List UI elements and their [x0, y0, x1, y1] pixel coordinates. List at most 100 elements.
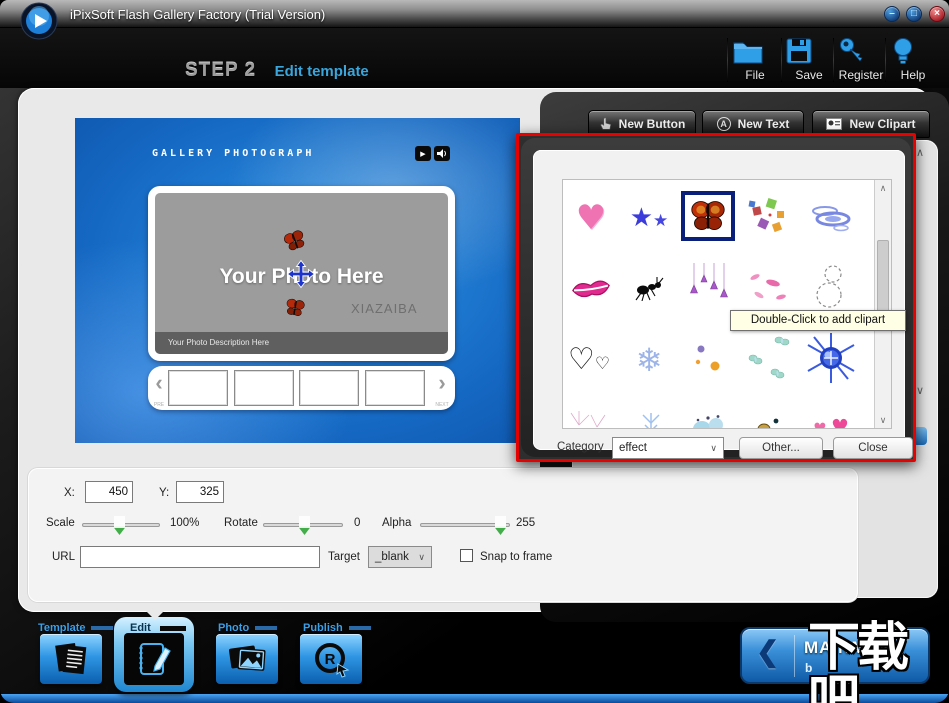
- clipart-outline-figure[interactable]: [811, 263, 851, 313]
- butterfly-clipart-top[interactable]: [282, 229, 308, 253]
- nav-photo-button[interactable]: [216, 634, 278, 684]
- nav-template-label: Template: [38, 622, 114, 634]
- alpha-slider[interactable]: [420, 516, 510, 535]
- app-window: iPixSoft Flash Gallery Factory (Trial Ve…: [0, 0, 949, 703]
- thumbnail-strip: ‹ PRE › NEXT: [148, 366, 455, 410]
- rotate-label: Rotate: [224, 517, 258, 529]
- register-button-label: Register: [838, 68, 884, 82]
- file-button[interactable]: File: [730, 36, 780, 86]
- folder-icon: [730, 36, 780, 66]
- window-title: iPixSoft Flash Gallery Factory (Trial Ve…: [70, 7, 326, 22]
- alpha-value: 255: [516, 517, 536, 529]
- x-input[interactable]: [85, 481, 133, 503]
- snap-to-frame-checkbox[interactable]: [460, 549, 473, 562]
- next-label: NEXT: [435, 402, 449, 408]
- close-button[interactable]: ×: [929, 6, 945, 22]
- prev-arrow-icon: ‹: [155, 370, 163, 395]
- target-dropdown[interactable]: _blank ∨: [368, 546, 432, 568]
- rotate-slider-thumb[interactable]: [299, 516, 310, 535]
- category-dropdown[interactable]: effect ∨: [612, 437, 724, 459]
- clipart-petals[interactable]: [747, 271, 791, 305]
- scroll-up-icon[interactable]: ∧: [875, 180, 891, 196]
- nav-template-button[interactable]: [40, 634, 102, 684]
- clipart-blue-rings[interactable]: [805, 203, 855, 233]
- help-button[interactable]: Help: [888, 36, 938, 86]
- tab-new-clipart-label: New Clipart: [849, 117, 916, 131]
- nav-publish-label: Publish: [303, 622, 371, 634]
- thumbnail-slot-4[interactable]: [365, 370, 425, 406]
- next-thumbnails-button[interactable]: › NEXT: [435, 372, 449, 416]
- tab-new-text-label: New Text: [737, 117, 790, 131]
- y-input[interactable]: [176, 481, 224, 503]
- clipart-grid-scrollbar[interactable]: ∧ ∨: [874, 180, 891, 428]
- minimize-button[interactable]: –: [884, 6, 900, 22]
- prev-thumbnails-button[interactable]: ‹ PRE: [152, 372, 166, 416]
- scale-slider-thumb[interactable]: [114, 516, 125, 535]
- maximize-button[interactable]: □: [906, 6, 922, 22]
- thumbnail-slot-1[interactable]: [168, 370, 228, 406]
- clipart-small-butterflies[interactable]: [745, 334, 793, 382]
- template-icon: [51, 640, 91, 678]
- clipart-fireworks-partial[interactable]: [567, 411, 611, 428]
- clipart-icon: [826, 118, 843, 130]
- register-button[interactable]: Register: [836, 36, 886, 86]
- clipart-outline-hearts[interactable]: ♡♡: [568, 345, 610, 375]
- other-button[interactable]: Other...: [739, 437, 823, 459]
- next-arrow-icon: ›: [438, 370, 446, 395]
- clipart-dots[interactable]: [691, 342, 727, 378]
- toolbar-divider: [727, 38, 728, 82]
- clipart-blue-flowers-partial[interactable]: [688, 415, 738, 428]
- clipart-ant[interactable]: [631, 275, 671, 301]
- close-dialog-button[interactable]: Close: [833, 437, 913, 459]
- photo-icon: [226, 641, 268, 677]
- url-label: URL: [52, 551, 76, 563]
- nav-edit-button[interactable]: [124, 633, 184, 685]
- photo-placeholder-frame[interactable]: Your Photo Here XIAZAIBA Your Photo Desc…: [148, 186, 455, 361]
- clipart-blue-stars[interactable]: ★★: [630, 205, 669, 231]
- toolbar-divider: [781, 38, 782, 82]
- toolbar-divider: [833, 38, 834, 82]
- mainmenu-title: MAINMENU: [804, 638, 906, 657]
- clipart-lips[interactable]: [569, 274, 613, 302]
- clipart-hanging-flowers[interactable]: [686, 263, 732, 309]
- tab-new-button-label: New Button: [618, 117, 686, 131]
- tooltip: Double-Click to add clipart: [730, 310, 906, 331]
- panel-scroll-up-icon[interactable]: ∧: [916, 146, 924, 159]
- prev-label: PRE: [153, 402, 165, 408]
- chevron-down-icon: ∨: [710, 442, 717, 453]
- scroll-down-icon[interactable]: ∨: [875, 412, 891, 428]
- save-button[interactable]: Save: [784, 36, 834, 86]
- nav-publish-button[interactable]: R: [300, 634, 362, 684]
- clipart-confetti[interactable]: [747, 197, 791, 239]
- template-preview: GALLERY PHOTOGRAPH ▶ Your Photo Here XIA…: [75, 118, 520, 443]
- clipart-butterfly-selected[interactable]: [681, 191, 735, 241]
- clipart-pink-hearts-partial[interactable]: ♥ ♥: [813, 417, 849, 429]
- preview-play-button[interactable]: ▶: [415, 146, 431, 161]
- file-button-label: File: [745, 68, 765, 82]
- url-input[interactable]: [80, 546, 320, 568]
- clipart-snowflake[interactable]: ❄: [636, 344, 663, 376]
- category-label: Category: [557, 441, 604, 453]
- svg-text:R: R: [325, 651, 336, 668]
- play-icon: ▶: [420, 150, 426, 158]
- thumbnail-slot-3[interactable]: [299, 370, 359, 406]
- publish-icon: R: [312, 640, 350, 678]
- panel-scroll-down-icon[interactable]: ∨: [916, 384, 924, 397]
- preview-brand-text: XIAZAIBA: [351, 301, 418, 316]
- butterfly-clipart-bottom[interactable]: [284, 297, 306, 319]
- clipart-blue-sparkle[interactable]: [804, 331, 858, 385]
- thumbnail-slot-2[interactable]: [234, 370, 294, 406]
- rotate-slider[interactable]: [263, 516, 343, 535]
- snap-to-frame-label: Snap to frame: [480, 551, 553, 563]
- clipart-moth-partial[interactable]: [754, 417, 788, 428]
- preview-sound-button[interactable]: [434, 146, 450, 161]
- scale-slider[interactable]: [82, 516, 160, 535]
- alpha-slider-thumb[interactable]: [495, 516, 506, 535]
- clipart-pink-heart[interactable]: ♥: [576, 201, 606, 235]
- y-label: Y:: [159, 487, 170, 499]
- main-menu-button[interactable]: ❮ MAINMENU b: [740, 627, 930, 684]
- clipart-icicle-partial[interactable]: [636, 413, 666, 428]
- scale-value: 100%: [170, 517, 200, 529]
- move-cursor-icon: [286, 259, 316, 289]
- step-label: STEP 2: [185, 60, 257, 81]
